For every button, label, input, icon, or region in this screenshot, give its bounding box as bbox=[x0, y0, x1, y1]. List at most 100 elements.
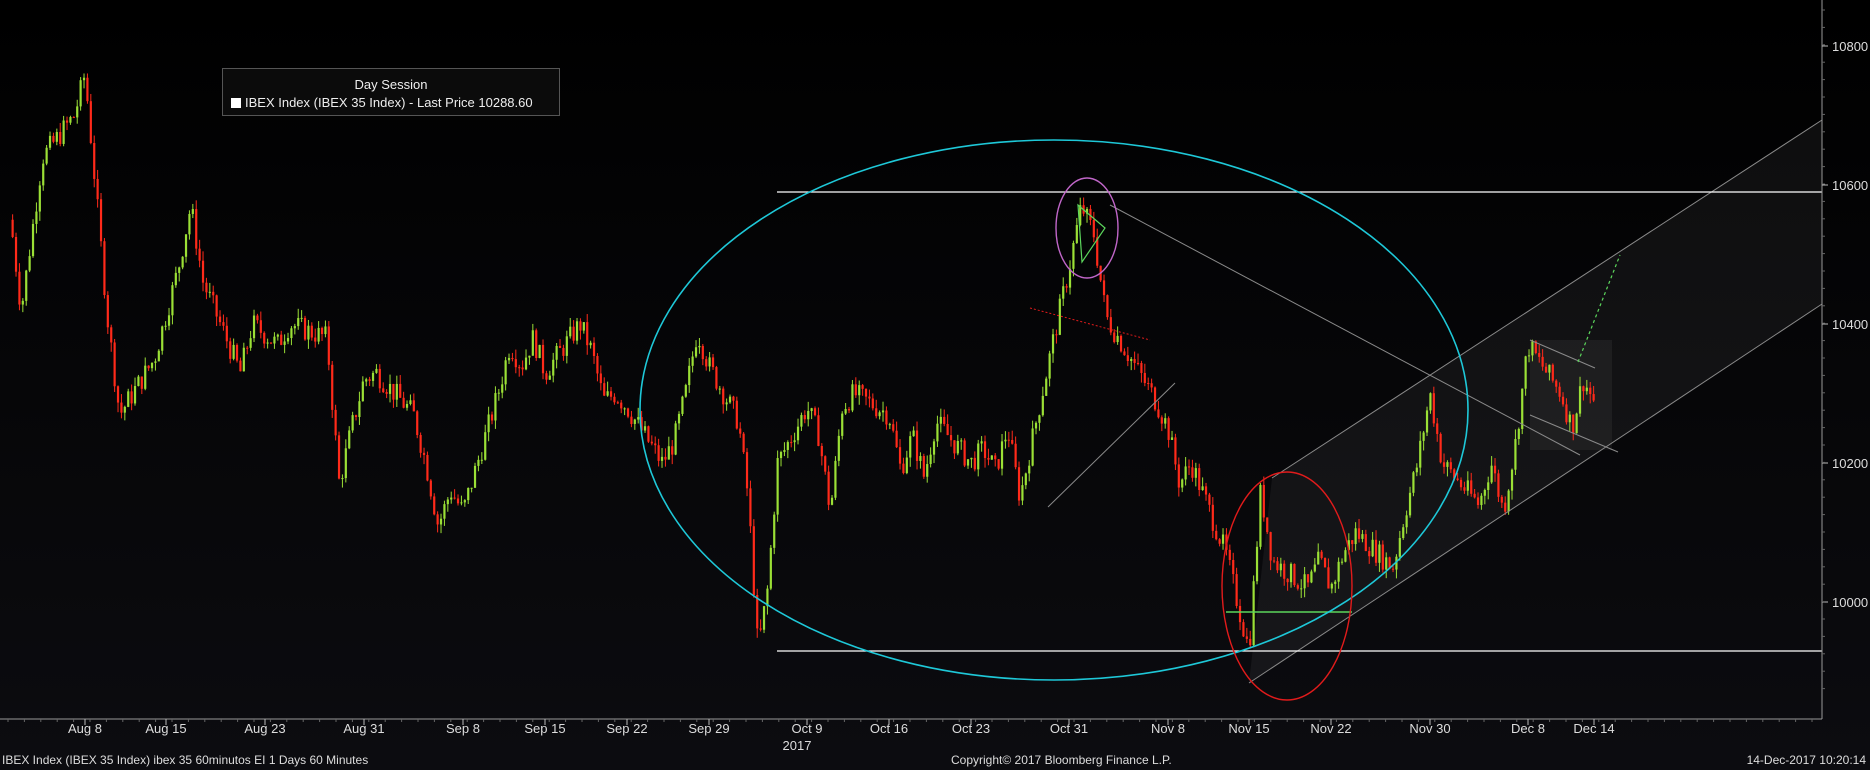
candle-body bbox=[218, 316, 222, 323]
candle-body bbox=[946, 423, 949, 436]
candle-body bbox=[494, 393, 497, 421]
candle-body bbox=[735, 400, 738, 429]
candle-body bbox=[1374, 539, 1378, 563]
candle-body bbox=[1589, 387, 1592, 395]
candle-body bbox=[116, 386, 120, 403]
candle-body bbox=[1269, 532, 1272, 561]
candle-body bbox=[259, 320, 262, 333]
candle-body bbox=[1136, 362, 1140, 364]
candle-body bbox=[1293, 563, 1296, 586]
candle-body bbox=[603, 383, 606, 396]
candle-body bbox=[419, 435, 422, 453]
candle-body bbox=[1429, 393, 1432, 411]
candle-body bbox=[1272, 560, 1276, 562]
candle-body bbox=[1157, 409, 1160, 418]
candle-body bbox=[864, 388, 868, 397]
candle-body bbox=[783, 449, 786, 453]
candle-body bbox=[545, 373, 548, 380]
candle-body bbox=[140, 376, 143, 389]
candle-body bbox=[283, 341, 286, 345]
candle-body bbox=[1201, 486, 1204, 491]
candle-body bbox=[779, 452, 783, 459]
candle-body bbox=[769, 547, 772, 589]
candle-body bbox=[1344, 550, 1347, 562]
candle-body bbox=[1106, 295, 1109, 318]
candle-body bbox=[1235, 574, 1238, 606]
candle-body bbox=[623, 408, 626, 410]
candle-body bbox=[817, 415, 820, 446]
candle-body bbox=[705, 359, 708, 367]
candle-body bbox=[178, 267, 181, 273]
x-tick-label: Dec 14 bbox=[1573, 721, 1614, 736]
candle-body bbox=[1303, 574, 1306, 589]
candle-body bbox=[667, 446, 670, 460]
candle-body bbox=[514, 359, 517, 368]
candle-body bbox=[1007, 439, 1010, 441]
candle-body bbox=[300, 317, 303, 319]
candle-body bbox=[1330, 583, 1333, 589]
candle-body bbox=[392, 383, 395, 400]
candle-body bbox=[1466, 480, 1469, 491]
candle-body bbox=[1184, 466, 1187, 480]
candle-body bbox=[1538, 353, 1541, 357]
candle-body bbox=[980, 441, 983, 444]
candle-body bbox=[310, 325, 313, 338]
candle-body bbox=[1340, 561, 1344, 563]
candle-body bbox=[1361, 534, 1364, 539]
candle-body bbox=[157, 350, 160, 362]
candle-body bbox=[919, 456, 922, 461]
candle-body bbox=[1133, 359, 1136, 363]
candle-body bbox=[1204, 486, 1208, 495]
candle-body bbox=[1422, 432, 1425, 441]
candle-body bbox=[790, 442, 793, 444]
candle-body bbox=[144, 365, 147, 389]
candle-body bbox=[898, 447, 902, 464]
candle-body bbox=[538, 344, 541, 359]
x-tick-label: Oct 16 bbox=[870, 721, 908, 736]
candle-body bbox=[1300, 588, 1303, 590]
candle-body bbox=[35, 211, 38, 224]
x-tick-label: Sep 29 bbox=[688, 721, 729, 736]
candle-body bbox=[276, 334, 279, 337]
candle-body bbox=[388, 383, 392, 394]
candle-body bbox=[973, 457, 976, 470]
candle-body bbox=[1459, 479, 1463, 488]
candle-body bbox=[286, 338, 290, 342]
candle-body bbox=[1436, 423, 1439, 434]
candle-body bbox=[256, 315, 259, 321]
candle-body bbox=[331, 364, 334, 410]
candle-body bbox=[569, 326, 572, 337]
candle-body bbox=[348, 430, 351, 449]
candle-body bbox=[1572, 414, 1575, 434]
candle-body bbox=[606, 391, 609, 396]
candle-body bbox=[1412, 472, 1415, 493]
candle-body bbox=[1527, 355, 1531, 357]
candle-body bbox=[1463, 487, 1466, 491]
candle-body bbox=[868, 396, 871, 399]
footer-copyright: Copyright© 2017 Bloomberg Finance L.P. bbox=[951, 753, 1172, 767]
candle-body bbox=[133, 386, 137, 404]
candle-body bbox=[759, 628, 762, 630]
candle-body bbox=[1177, 464, 1180, 488]
candle-body bbox=[439, 518, 443, 525]
candle-body bbox=[361, 381, 364, 402]
candle-body bbox=[1497, 473, 1500, 497]
candle-body bbox=[885, 410, 888, 425]
candle-body bbox=[728, 396, 732, 403]
x-tick-label: Nov 8 bbox=[1151, 721, 1185, 736]
candle-body bbox=[966, 459, 970, 466]
y-tick-label: 10600 bbox=[1832, 178, 1868, 193]
candle-body bbox=[385, 392, 388, 394]
candle-body bbox=[18, 271, 21, 305]
candle-body bbox=[718, 388, 721, 390]
candle-body bbox=[130, 391, 133, 404]
candle-body bbox=[1317, 551, 1320, 565]
candle-body bbox=[62, 120, 65, 144]
candle-body bbox=[562, 347, 565, 356]
candle-body bbox=[827, 471, 830, 505]
candle-body bbox=[1582, 386, 1585, 392]
candle-body bbox=[1065, 286, 1068, 288]
candle-body bbox=[365, 379, 368, 382]
candle-body bbox=[1238, 605, 1242, 623]
candle-body bbox=[830, 497, 834, 505]
